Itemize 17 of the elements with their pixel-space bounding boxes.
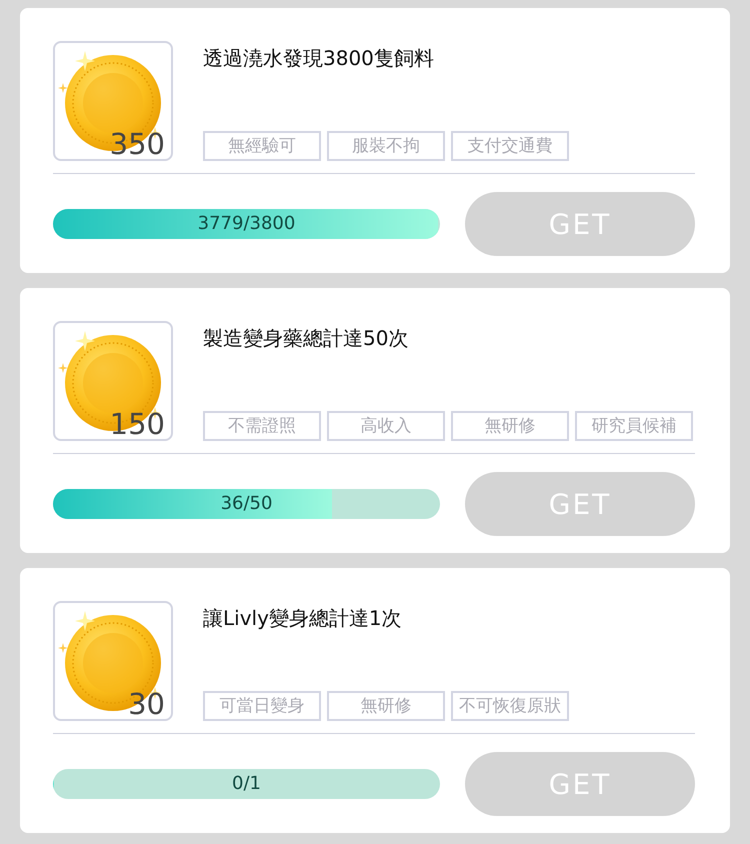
reward-count: 30 [128,687,165,721]
task-title: 製造變身藥總計達50次 [203,325,408,351]
tag-label: 不需證照 [203,411,321,441]
tag-label: 可當日變身 [203,691,321,721]
tag-label: 高收入 [327,411,445,441]
progress-reading: 36/50 [220,492,272,516]
task-title: 讓Livly變身總計達1次 [203,605,402,631]
tag-label: 研究員候補 [575,411,693,441]
tag-label: 無經驗可 [203,131,321,161]
task-title: 透過澆水發現3800隻飼料 [203,45,434,71]
tag-label: 無研修 [327,691,445,721]
progress-reading: 0/1 [232,772,261,796]
progress-reading: 3779/3800 [198,212,296,236]
tag-label: 支付交通費 [451,131,569,161]
tag-label: 不可恢復原狀 [451,691,569,721]
tag-label: 無研修 [451,411,569,441]
tag-label: 服裝不拘 [327,131,445,161]
